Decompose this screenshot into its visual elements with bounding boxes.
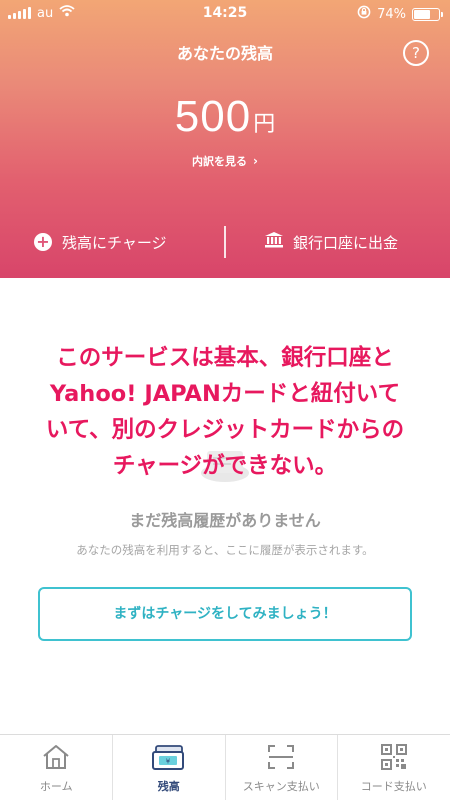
tab-code-pay[interactable]: コード支払い bbox=[338, 735, 450, 800]
overlay-line: チャージができない。 bbox=[112, 453, 338, 479]
tab-home[interactable]: ホーム bbox=[0, 735, 113, 800]
qr-code-icon bbox=[338, 743, 450, 771]
home-icon bbox=[0, 743, 113, 771]
annotation-overlay: このサービスは基本、銀行口座と Yahoo! JAPANカードと紐付いて いて、… bbox=[0, 340, 450, 484]
chevron-right-icon: › bbox=[253, 154, 258, 168]
tab-scan-pay[interactable]: スキャン支払い bbox=[225, 735, 338, 800]
balance-header: あなたの残高 ? 500円 内訳を見る › + 残高にチャージ 銀行口座に出金 bbox=[0, 0, 450, 278]
charge-label: 残高にチャージ bbox=[62, 233, 167, 252]
svg-text:¥: ¥ bbox=[166, 758, 171, 766]
page-title: あなたの残高 bbox=[176, 44, 273, 63]
balance-display: 500円 bbox=[0, 92, 450, 142]
action-divider bbox=[224, 226, 226, 258]
battery-percent: 74% bbox=[377, 6, 406, 22]
balance-actions: + 残高にチャージ 銀行口座に出金 bbox=[0, 224, 450, 260]
empty-state-subtitle: あなたの残高を利用すると、ここに履歴が表示されます。 bbox=[76, 543, 374, 557]
overlay-line: いて、別のクレジットカードからの bbox=[45, 417, 405, 443]
tab-bar: ホーム ¥ 残高 スキャン支払い コード支払い bbox=[0, 734, 450, 800]
empty-state-title: まだ残高履歴がありません bbox=[129, 511, 321, 530]
tab-label: ホーム bbox=[39, 780, 73, 793]
rotation-lock-icon bbox=[357, 5, 371, 23]
tab-label: 残高 bbox=[157, 780, 180, 793]
battery-icon bbox=[412, 7, 443, 21]
tab-balance[interactable]: ¥ 残高 bbox=[113, 735, 226, 800]
balance-amount: 500 bbox=[174, 92, 252, 141]
overlay-line: Yahoo! JAPANカードと紐付いて bbox=[49, 381, 401, 407]
overlay-line: このサービスは基本、銀行口座と bbox=[56, 345, 394, 371]
battery-level bbox=[414, 9, 431, 19]
help-button[interactable]: ? bbox=[403, 40, 429, 66]
bank-icon bbox=[265, 232, 283, 252]
status-bar: au 14:25 74% bbox=[0, 0, 450, 26]
tab-label: スキャン支払い bbox=[242, 780, 320, 793]
breakdown-label: 内訳を見る bbox=[192, 155, 248, 168]
wallet-icon: ¥ bbox=[113, 743, 226, 771]
withdraw-label: 銀行口座に出金 bbox=[293, 233, 399, 252]
charge-cta-button[interactable]: まずはチャージをしてみましょう！ bbox=[38, 587, 412, 641]
tab-label: コード支払い bbox=[360, 780, 427, 793]
charge-button[interactable]: + 残高にチャージ bbox=[34, 224, 167, 260]
plus-icon: + bbox=[34, 233, 52, 251]
app-screen: あなたの残高 ? 500円 内訳を見る › + 残高にチャージ 銀行口座に出金 … bbox=[0, 0, 450, 800]
balance-unit: 円 bbox=[253, 112, 276, 137]
scan-icon bbox=[225, 743, 338, 771]
withdraw-button[interactable]: 銀行口座に出金 bbox=[265, 224, 398, 260]
battery-info: 74% bbox=[357, 5, 443, 23]
breakdown-link[interactable]: 内訳を見る › bbox=[0, 153, 450, 169]
